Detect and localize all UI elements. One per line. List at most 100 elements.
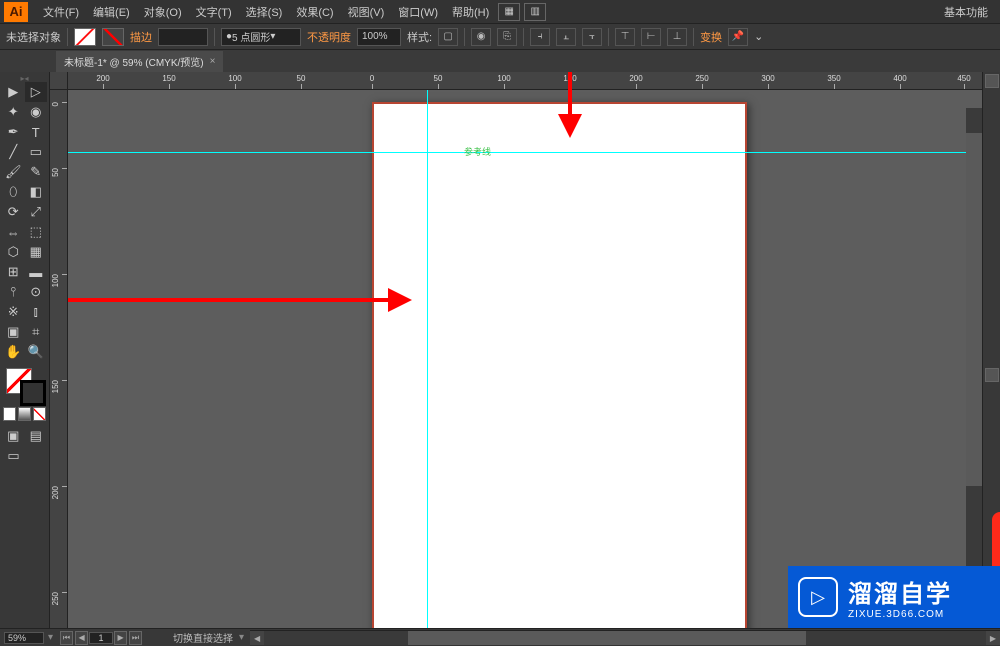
scrollbar-horizontal[interactable]: ◀ ▶	[250, 630, 1000, 646]
document-tab[interactable]: 未标题-1* @ 59% (CMYK/预览) ×	[56, 51, 223, 72]
menu-edit[interactable]: 编辑(E)	[86, 4, 137, 20]
rotate-tool[interactable]: ⟳	[2, 202, 25, 222]
menu-file[interactable]: 文件(F)	[36, 4, 86, 20]
scrollbar-vertical[interactable]	[966, 108, 982, 612]
gradient-tool[interactable]: ▬	[25, 262, 48, 282]
guide-label: 参考线	[464, 145, 491, 158]
panel-toggle-2[interactable]	[985, 368, 999, 382]
scale-tool[interactable]: ⤢	[25, 202, 48, 222]
document-setup-icon[interactable]: ⎘	[497, 28, 517, 46]
first-artboard-button[interactable]: ⏮	[60, 631, 73, 645]
pen-tool[interactable]: ✒	[2, 122, 25, 142]
ruler-origin[interactable]	[50, 72, 68, 90]
scroll-left-arrow[interactable]: ◀	[250, 631, 264, 645]
stroke-swatch[interactable]	[102, 28, 124, 46]
panel-toggle-1[interactable]	[985, 74, 999, 88]
screen-mode-icon[interactable]: ▥	[524, 3, 546, 21]
guide-vertical[interactable]	[427, 90, 428, 628]
zoom-tool[interactable]: 🔍	[25, 342, 48, 362]
screen-mode-toggle[interactable]: ▭	[2, 446, 25, 466]
free-transform-tool[interactable]: ⬚	[25, 222, 48, 242]
artboard-tool[interactable]: ▣	[2, 322, 25, 342]
status-bar: 59% ▾ ⏮ ◀ 1 ▶ ⏭ 切换直接选择 ▾ ◀ ▶	[0, 628, 1000, 646]
paintbrush-tool[interactable]: 🖌	[2, 162, 25, 182]
brush-value: 5 点圆形	[232, 29, 270, 44]
line-tool[interactable]: ╱	[2, 142, 25, 162]
brush-field[interactable]: ● 5 点圆形 ▾	[221, 28, 301, 46]
ruler-h-tick: 50	[297, 74, 306, 83]
menu-bar: Ai 文件(F) 编辑(E) 对象(O) 文字(T) 选择(S) 效果(C) 视…	[0, 0, 1000, 24]
draw-behind-mode[interactable]: ▤	[25, 426, 48, 446]
artboard-number-field[interactable]: 1	[89, 632, 113, 644]
workspace-switcher[interactable]: 基本功能	[938, 4, 994, 20]
next-artboard-button[interactable]: ▶	[114, 631, 127, 645]
align-bottom-icon[interactable]: ⊥	[667, 28, 687, 46]
zoom-field[interactable]: 59%	[4, 632, 44, 644]
guide-horizontal[interactable]	[68, 152, 982, 153]
align-vcenter-icon[interactable]: ⊢	[641, 28, 661, 46]
toolbox-grip[interactable]: ▸◂	[2, 74, 47, 82]
shape-builder-tool[interactable]: ⬡	[2, 242, 25, 262]
style-swatch[interactable]: ▢	[438, 28, 458, 46]
prev-artboard-button[interactable]: ◀	[75, 631, 88, 645]
lasso-tool[interactable]: ◉	[25, 102, 48, 122]
direct-selection-tool[interactable]: ▷	[25, 82, 48, 102]
ruler-horizontal[interactable]: 20015010050050100150200250300350400450	[68, 72, 982, 90]
align-right-icon[interactable]: ⫟	[582, 28, 602, 46]
opacity-field[interactable]: 100%	[357, 28, 401, 46]
perspective-grid-tool[interactable]: ▦	[25, 242, 48, 262]
menu-help[interactable]: 帮助(H)	[445, 4, 496, 20]
status-dropdown-icon[interactable]: ▾	[239, 632, 244, 643]
magic-wand-tool[interactable]: ✦	[2, 102, 25, 122]
arrange-documents-icon[interactable]: ▦	[498, 3, 520, 21]
dropdown-arrow[interactable]: ⌄	[754, 30, 763, 43]
eraser-tool[interactable]: ◧	[25, 182, 48, 202]
mesh-tool[interactable]: ⊞	[2, 262, 25, 282]
draw-normal-mode[interactable]: ▣	[2, 426, 25, 446]
scrollbar-vertical-thumb[interactable]	[966, 133, 982, 486]
stroke-label[interactable]: 描边	[130, 29, 152, 45]
fill-swatch[interactable]	[74, 28, 96, 46]
symbol-sprayer-tool[interactable]: ※	[2, 302, 25, 322]
blob-brush-tool[interactable]: ⬯	[2, 182, 25, 202]
selection-tool[interactable]: ▶	[2, 82, 25, 102]
align-top-icon[interactable]: ⊤	[615, 28, 635, 46]
color-mode-solid[interactable]	[3, 407, 16, 421]
canvas-viewport[interactable]: 参考线	[68, 90, 982, 628]
fill-stroke-swatches[interactable]	[2, 366, 47, 406]
blend-tool[interactable]: ⊙	[25, 282, 48, 302]
menu-window[interactable]: 窗口(W)	[391, 4, 445, 20]
transform-label[interactable]: 变换	[700, 29, 722, 45]
status-tool-hint: 切换直接选择	[173, 630, 233, 645]
rectangle-tool[interactable]: ▭	[25, 142, 48, 162]
menu-effect[interactable]: 效果(C)	[289, 4, 340, 20]
pencil-tool[interactable]: ✎	[25, 162, 48, 182]
type-tool[interactable]: T	[25, 122, 48, 142]
menu-type[interactable]: 文字(T)	[189, 4, 239, 20]
last-artboard-button[interactable]: ⏭	[129, 631, 142, 645]
stroke-weight-field[interactable]	[158, 28, 208, 46]
opacity-label[interactable]: 不透明度	[307, 29, 351, 45]
hand-tool[interactable]: ✋	[2, 342, 25, 362]
menu-view[interactable]: 视图(V)	[341, 4, 392, 20]
width-tool[interactable]: ⇔	[2, 222, 25, 242]
ruler-h-tick: 450	[957, 74, 970, 83]
stroke-color[interactable]	[20, 380, 46, 406]
recolor-icon[interactable]: ◉	[471, 28, 491, 46]
column-graph-tool[interactable]: ⫾	[25, 302, 48, 322]
scroll-right-arrow[interactable]: ▶	[986, 631, 1000, 645]
menu-select[interactable]: 选择(S)	[239, 4, 290, 20]
color-mode-gradient[interactable]	[18, 407, 31, 421]
menu-object[interactable]: 对象(O)	[137, 4, 189, 20]
slice-tool[interactable]: ⌗	[25, 322, 48, 342]
zoom-dropdown-icon[interactable]: ▾	[48, 632, 53, 643]
artboard[interactable]	[372, 102, 747, 628]
align-left-icon[interactable]: ⫞	[530, 28, 550, 46]
eyedropper-tool[interactable]: ⫯	[2, 282, 25, 302]
color-mode-none[interactable]	[33, 407, 46, 421]
ruler-vertical[interactable]: 050100150200250	[50, 90, 68, 628]
scrollbar-horizontal-thumb[interactable]	[408, 631, 805, 645]
close-tab-icon[interactable]: ×	[210, 56, 216, 67]
align-hcenter-icon[interactable]: ⫠	[556, 28, 576, 46]
pin-icon[interactable]: 📌	[728, 28, 748, 46]
